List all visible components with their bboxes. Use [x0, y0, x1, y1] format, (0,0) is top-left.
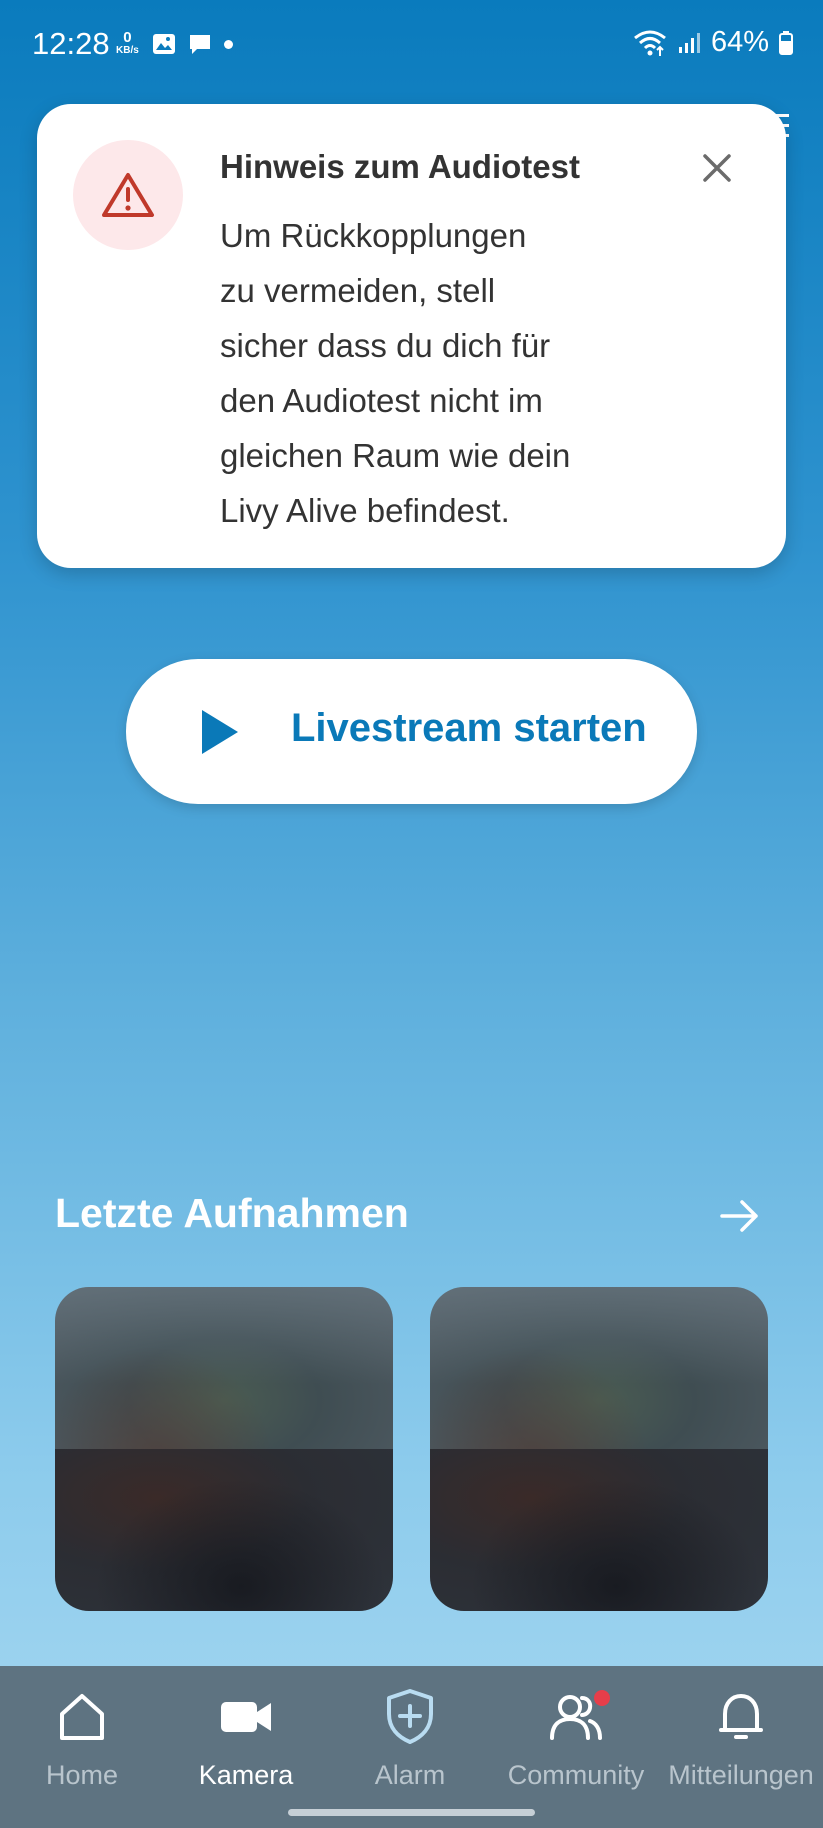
thumbnail-top	[55, 1287, 393, 1449]
network-speed: 0 KB/s	[116, 30, 139, 57]
nav-item-community[interactable]: Community	[494, 1666, 658, 1796]
dialog-line: Um Rückkopplungen	[220, 217, 527, 254]
nav-label: Kamera	[198, 1760, 294, 1790]
home-indicator[interactable]	[288, 1809, 535, 1816]
start-livestream-label: Livestream starten	[291, 706, 647, 750]
status-time: 12:28	[32, 26, 110, 61]
dialog-line: sicher dass du dich für	[220, 327, 551, 364]
nav-label: Home	[45, 1760, 119, 1790]
wifi-icon	[634, 30, 666, 56]
play-icon	[202, 710, 238, 754]
recent-recordings-title: Letzte Aufnahmen	[55, 1190, 409, 1236]
notification-badge	[594, 1690, 610, 1706]
battery-percent: 64%	[710, 26, 769, 58]
dialog-line: gleichen Raum wie dein	[220, 437, 571, 474]
thumbnail-top	[430, 1287, 768, 1449]
start-livestream-button[interactable]: Livestream starten	[126, 659, 697, 804]
image-icon	[153, 34, 175, 54]
nav-item-home[interactable]: Home	[0, 1666, 164, 1796]
arrow-right-icon[interactable]	[718, 1196, 762, 1236]
warning-icon	[102, 173, 154, 217]
camera-icon	[221, 1702, 271, 1732]
nav-item-camera[interactable]: Kamera	[164, 1666, 328, 1796]
dot-icon	[224, 39, 233, 49]
warning-badge	[73, 140, 183, 250]
audiotest-dialog: Hinweis zum Audiotest Um Rückkopplungen …	[37, 104, 786, 568]
nav-label: Community	[507, 1760, 645, 1790]
close-icon[interactable]	[697, 148, 737, 188]
dialog-message: Um Rückkopplungen zu vermeiden, stell si…	[220, 208, 640, 538]
notification-icons	[152, 32, 233, 56]
recording-thumbnail[interactable]	[430, 1287, 768, 1611]
signal-icon	[678, 32, 700, 53]
shield-icon	[387, 1689, 433, 1744]
nav-label: Mitteilungen	[668, 1760, 814, 1790]
battery-icon	[779, 30, 793, 55]
bell-icon	[719, 1694, 763, 1739]
recording-thumbnail[interactable]	[55, 1287, 393, 1611]
bottom-navigation: Home Kamera Alarm Community Mitteilungen	[0, 1666, 823, 1828]
status-bar: 12:28 0 KB/s 64%	[0, 0, 823, 92]
nav-label: Alarm	[374, 1760, 446, 1790]
dialog-line: Livy Alive befindest.	[220, 492, 510, 529]
message-icon	[190, 35, 210, 54]
home-icon	[60, 1694, 104, 1740]
nav-item-alarm[interactable]: Alarm	[328, 1666, 492, 1796]
network-speed-unit: KB/s	[116, 45, 139, 56]
dialog-line: den Audiotest nicht im	[220, 382, 543, 419]
thumbnail-bottom	[430, 1449, 768, 1611]
thumbnail-bottom	[55, 1449, 393, 1611]
dialog-line: zu vermeiden, stell	[220, 272, 496, 309]
status-right: 64%	[633, 26, 793, 59]
network-speed-value: 0	[123, 29, 132, 46]
dialog-title: Hinweis zum Audiotest	[220, 148, 580, 185]
nav-item-notifications[interactable]: Mitteilungen	[659, 1666, 823, 1796]
